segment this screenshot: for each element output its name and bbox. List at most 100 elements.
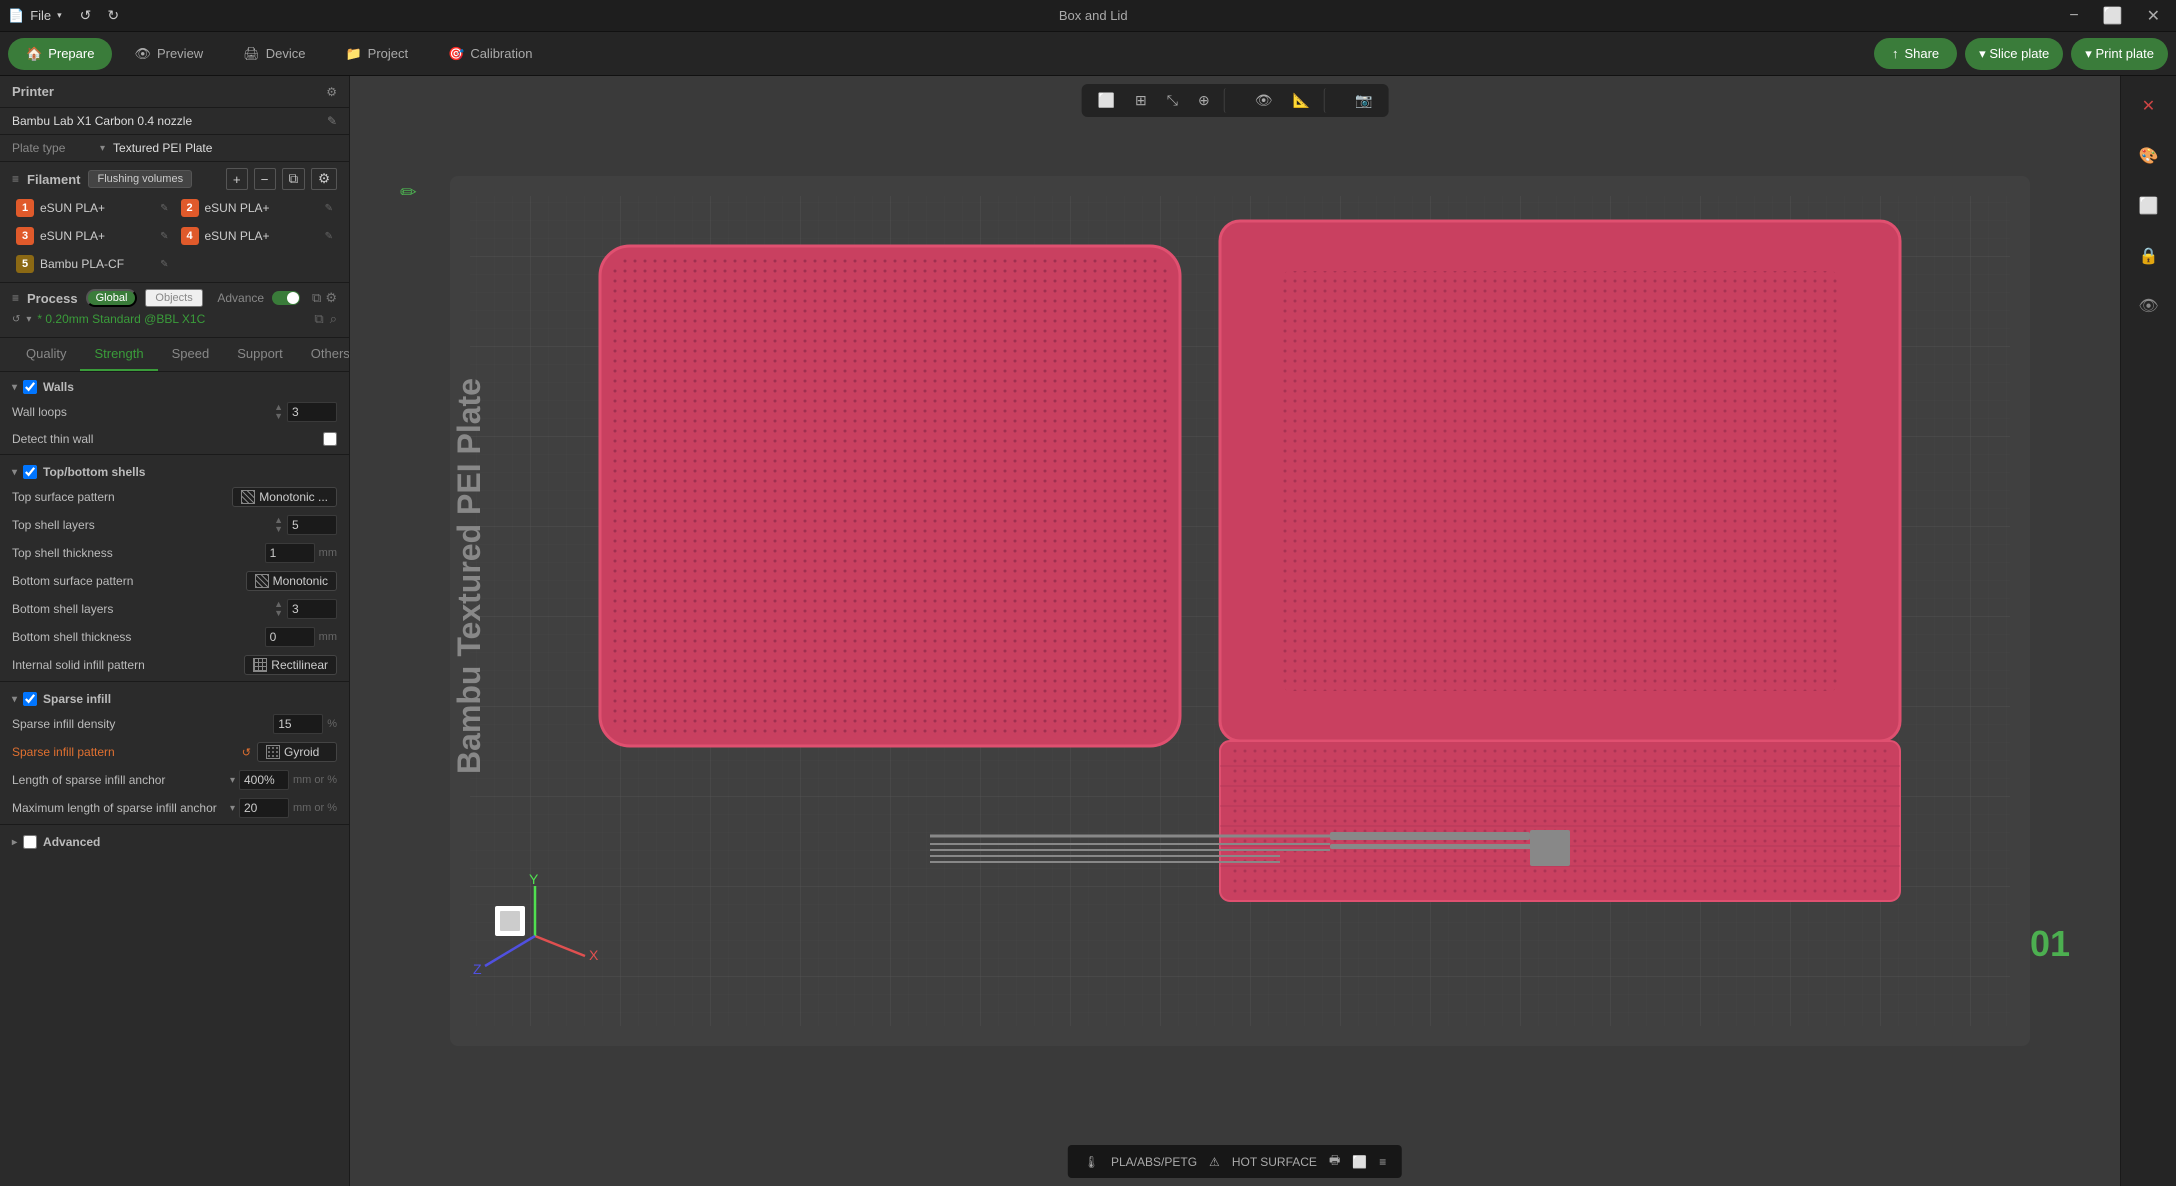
top-surface-pattern-icon: [241, 490, 255, 504]
preview-icon: 👁: [134, 46, 151, 62]
profile-save-icon[interactable]: ⧉: [314, 311, 323, 327]
process-global-tag[interactable]: Global: [86, 289, 138, 307]
printer-edit-icon[interactable]: ✎: [327, 114, 337, 128]
filament-edit-5[interactable]: ✎: [160, 259, 168, 270]
plate-type-value[interactable]: Textured PEI Plate: [113, 141, 212, 155]
filament-edit-4[interactable]: ✎: [325, 231, 333, 242]
share-icon: ↑: [1892, 46, 1899, 61]
share-button[interactable]: ↑ Share: [1874, 38, 1957, 69]
svg-text:01: 01: [2030, 923, 2070, 964]
process-tabs: Quality Strength Speed Support Others: [0, 338, 349, 372]
print-plate-button[interactable]: ▾ Print plate: [2071, 38, 2168, 70]
tab-speed[interactable]: Speed: [158, 338, 224, 371]
process-config-icon[interactable]: ⚙: [325, 290, 337, 306]
max-sparse-anchor-input[interactable]: [239, 798, 289, 818]
wall-loops-value: ▲ ▼: [272, 402, 337, 422]
bottom-shell-thickness-value: mm: [265, 627, 337, 647]
tab-project[interactable]: 📁 Project: [327, 38, 426, 70]
sparse-infill-density-input[interactable]: [273, 714, 323, 734]
plate-type-chevron: ▾: [100, 143, 105, 154]
redo-button[interactable]: ↻: [101, 3, 125, 28]
hot-surface-label: HOT SURFACE: [1232, 1155, 1317, 1169]
tab-support[interactable]: Support: [223, 338, 297, 371]
sparse-infill-checkbox[interactable]: [23, 692, 37, 706]
process-icons: ⧉ ⚙: [312, 290, 337, 306]
detect-thin-wall-checkbox[interactable]: [323, 432, 337, 446]
topbottom-checkbox[interactable]: [23, 465, 37, 479]
minimize-button[interactable]: −: [2061, 4, 2086, 28]
filament-settings-button[interactable]: ⚙: [311, 168, 337, 190]
filament-item-3: 3 eSUN PLA+ ✎: [12, 224, 173, 248]
printer-name: Bambu Lab X1 Carbon 0.4 nozzle: [12, 114, 192, 128]
process-copy-icon[interactable]: ⧉: [312, 290, 321, 306]
topbottom-section-header[interactable]: ▾ Top/bottom shells: [0, 457, 349, 483]
sparse-infill-density-label: Sparse infill density: [12, 717, 273, 731]
printer-settings-icon[interactable]: ⚙: [326, 85, 337, 99]
detect-thin-wall-label: Detect thin wall: [12, 432, 323, 446]
tab-preview[interactable]: 👁 Preview: [116, 38, 221, 70]
main-area: Printer ⚙ Bambu Lab X1 Carbon 0.4 nozzle…: [0, 76, 2176, 1186]
filament-edit-3[interactable]: ✎: [160, 231, 168, 242]
tab-quality[interactable]: Quality: [12, 338, 80, 371]
top-shell-layers-row: Top shell layers ▲ ▼: [0, 511, 349, 539]
copy-filament-button[interactable]: ⧉: [282, 168, 306, 190]
profile-search-icon[interactable]: ⌕: [330, 311, 337, 327]
filament-edit-1[interactable]: ✎: [160, 203, 168, 214]
bottom-shell-layers-input[interactable]: [287, 599, 337, 619]
sparse-infill-anchor-value: ▾ mm or %: [230, 770, 337, 790]
rp-layers-button[interactable]: ⬜: [2127, 184, 2171, 228]
bottom-shell-layers-arrows: ▲ ▼: [272, 600, 285, 618]
bottom-shell-thickness-input[interactable]: [265, 627, 315, 647]
file-chevron-icon: ▾: [57, 10, 62, 21]
svg-text:X: X: [589, 947, 599, 963]
sparse-infill-pattern-button[interactable]: Gyroid: [257, 742, 337, 762]
bottom-surface-pattern-row: Bottom surface pattern Monotonic: [0, 567, 349, 595]
tab-strength[interactable]: Strength: [80, 338, 157, 371]
advanced-checkbox[interactable]: [23, 835, 37, 849]
eye-icon: 👁: [2138, 296, 2158, 316]
top-surface-pattern-button[interactable]: Monotonic ...: [232, 487, 337, 507]
profile-name[interactable]: * 0.20mm Standard @BBL X1C: [37, 312, 308, 326]
advance-toggle[interactable]: [272, 291, 300, 305]
slice-plate-button[interactable]: ▾ Slice plate: [1965, 38, 2063, 70]
tab-prepare[interactable]: 🏠 Prepare: [8, 38, 112, 70]
walls-checkbox[interactable]: [23, 380, 37, 394]
rp-close-button[interactable]: ✕: [2127, 84, 2171, 128]
tab-calibration[interactable]: 🎯 Calibration: [430, 38, 550, 70]
max-sparse-anchor-label: Maximum length of sparse infill anchor: [12, 801, 230, 815]
bottom-shell-thickness-label: Bottom shell thickness: [12, 630, 265, 644]
file-menu[interactable]: 📄 File ▾: [8, 8, 62, 24]
top-shell-layers-down[interactable]: ▼: [272, 525, 285, 534]
max-sparse-anchor-row: Maximum length of sparse infill anchor ▾…: [0, 794, 349, 822]
hot-surface-icon: ⚠: [1209, 1155, 1220, 1169]
viewport-svg: Bambu Textured PEI Plate: [350, 76, 2120, 1186]
sparse-infill-anchor-input[interactable]: [239, 770, 289, 790]
filament-name-3: eSUN PLA+: [40, 229, 154, 243]
tab-others[interactable]: Others: [297, 338, 350, 371]
wall-loops-down[interactable]: ▼: [272, 412, 285, 421]
filament-name-2: eSUN PLA+: [205, 201, 319, 215]
top-shell-thickness-input[interactable]: [265, 543, 315, 563]
filament-edit-2[interactable]: ✎: [325, 203, 333, 214]
advanced-section-header[interactable]: ▸ Advanced: [0, 827, 349, 853]
process-objects-tag[interactable]: Objects: [145, 289, 202, 307]
maximize-button[interactable]: ⬜: [2095, 4, 2131, 28]
undo-button[interactable]: ↺: [74, 3, 98, 28]
wall-loops-input[interactable]: [287, 402, 337, 422]
remove-filament-button[interactable]: −: [254, 168, 276, 190]
tab-device[interactable]: 🖨 Device: [225, 38, 323, 70]
bottom-surface-pattern-button[interactable]: Monotonic: [246, 571, 337, 591]
sparse-infill-pattern-label: Sparse infill pattern: [12, 745, 242, 759]
flushing-volumes-button[interactable]: Flushing volumes: [88, 170, 192, 188]
walls-section-header[interactable]: ▾ Walls: [0, 372, 349, 398]
top-shell-layers-input[interactable]: [287, 515, 337, 535]
rp-paint-button[interactable]: 🎨: [2127, 134, 2171, 178]
internal-solid-infill-button[interactable]: Rectilinear: [244, 655, 337, 675]
sparse-infill-section-header[interactable]: ▾ Sparse infill: [0, 684, 349, 710]
add-filament-button[interactable]: +: [226, 168, 248, 190]
rp-eye-button[interactable]: 👁: [2127, 284, 2171, 328]
top-shell-layers-label: Top shell layers: [12, 518, 272, 532]
close-button[interactable]: ✕: [2139, 4, 2168, 28]
bottom-shell-layers-down[interactable]: ▼: [272, 609, 285, 618]
rp-lock-button[interactable]: 🔒: [2127, 234, 2171, 278]
